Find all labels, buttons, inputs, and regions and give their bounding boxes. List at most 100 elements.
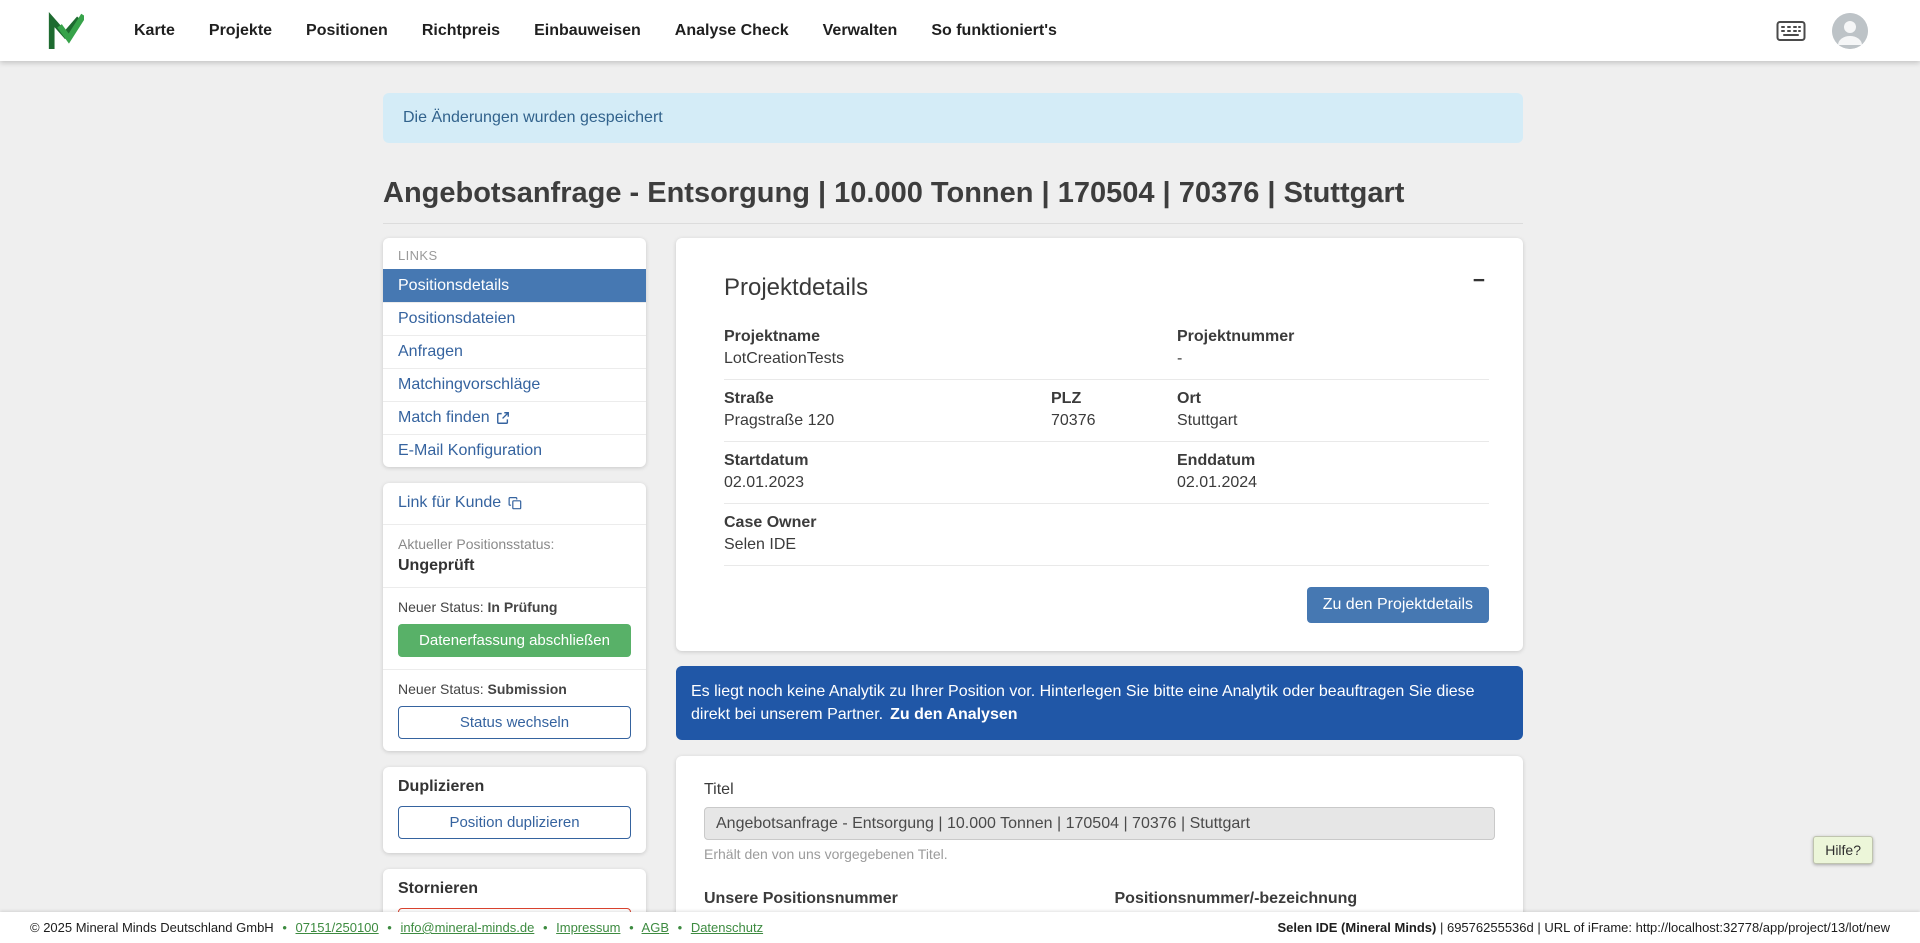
customer-link[interactable]: Link für Kunde bbox=[398, 494, 522, 512]
field-label: Projektname bbox=[724, 328, 1177, 346]
sidebar-item-anfragen[interactable]: Anfragen bbox=[383, 335, 646, 368]
sidebar-item-match-finden[interactable]: Match finden bbox=[383, 401, 646, 434]
links-header: LINKS bbox=[383, 238, 646, 269]
navbar-right bbox=[1776, 13, 1868, 49]
field-value: Pragstraße 120 bbox=[724, 412, 1051, 430]
status-card: Link für Kunde Aktueller Positionsstatus… bbox=[383, 483, 646, 751]
titel-help-text: Erhält den von uns vorgegebenen Titel. bbox=[704, 846, 1495, 862]
complete-data-entry-button[interactable]: Datenerfassung abschließen bbox=[398, 624, 631, 657]
new-status-line-2: Neuer Status: Submission bbox=[398, 681, 631, 697]
nav-item-positionen[interactable]: Positionen bbox=[306, 22, 388, 40]
field-startdatum: Startdatum 02.01.2023 bbox=[724, 452, 1177, 492]
go-to-project-details-button[interactable]: Zu den Projektdetails bbox=[1307, 587, 1489, 623]
field-value: - bbox=[1177, 350, 1489, 368]
main-content: Projektdetails − Projektname LotCreation… bbox=[676, 238, 1523, 943]
field-value: Selen IDE bbox=[724, 536, 1489, 554]
copy-icon bbox=[508, 496, 522, 510]
separator: • bbox=[629, 920, 634, 935]
keyboard-icon bbox=[1776, 20, 1806, 42]
field-case-owner: Case Owner Selen IDE bbox=[724, 514, 1489, 554]
page-container: Die Änderungen wurden gespeichert Angebo… bbox=[383, 93, 1523, 943]
field-label: Startdatum bbox=[724, 452, 1177, 470]
our-number-label: Unsere Positionsnummer bbox=[704, 890, 1085, 908]
page-title: Angebotsanfrage - Entsorgung | 10.000 To… bbox=[383, 177, 1523, 210]
titel-input bbox=[704, 807, 1495, 840]
footer-email-link[interactable]: info@mineral-minds.de bbox=[400, 920, 534, 935]
top-navbar: Karte Projekte Positionen Richtpreis Ein… bbox=[0, 0, 1920, 61]
duplicate-position-button[interactable]: Position duplizieren bbox=[398, 806, 631, 839]
user-avatar[interactable] bbox=[1832, 13, 1868, 49]
nav-item-einbauweisen[interactable]: Einbauweisen bbox=[534, 22, 641, 40]
collapse-icon[interactable]: − bbox=[1473, 270, 1485, 291]
field-strasse: Straße Pragstraße 120 bbox=[724, 390, 1051, 430]
field-label: Ort bbox=[1177, 390, 1489, 408]
sidebar-item-label: Match finden bbox=[398, 409, 490, 427]
session-user: Selen IDE (Mineral Minds) bbox=[1277, 920, 1436, 935]
saved-alert: Die Änderungen wurden gespeichert bbox=[383, 93, 1523, 143]
project-details-grid: Projektname LotCreationTests Projektnumm… bbox=[724, 318, 1489, 566]
nav-item-richtpreis[interactable]: Richtpreis bbox=[422, 22, 500, 40]
field-value: LotCreationTests bbox=[724, 350, 1177, 368]
new-status-label: Neuer Status: bbox=[398, 681, 484, 697]
keyboard-shortcuts-button[interactable] bbox=[1776, 20, 1806, 42]
project-details-title: Projektdetails bbox=[724, 274, 1489, 302]
field-ort: Ort Stuttgart bbox=[1177, 390, 1489, 430]
separator: • bbox=[387, 920, 392, 935]
sidebar-item-positionsdetails[interactable]: Positionsdetails bbox=[383, 269, 646, 302]
field-enddatum: Enddatum 02.01.2024 bbox=[1177, 452, 1489, 492]
separator: • bbox=[282, 920, 287, 935]
main-nav: Karte Projekte Positionen Richtpreis Ein… bbox=[134, 22, 1057, 40]
session-details: | 69576255536d | URL of iFrame: http://l… bbox=[1436, 920, 1890, 935]
go-to-analyses-link[interactable]: Zu den Analysen bbox=[890, 706, 1017, 723]
sidebar-item-matchingvorschlaege[interactable]: Matchingvorschläge bbox=[383, 368, 646, 401]
nav-item-so-funktionierts[interactable]: So funktioniert's bbox=[931, 22, 1057, 40]
brand-logo[interactable] bbox=[46, 12, 84, 50]
footer-left: © 2025 Mineral Minds Deutschland GmbH • … bbox=[30, 920, 763, 935]
mineral-minds-logo-icon bbox=[46, 12, 84, 50]
footer-datenschutz-link[interactable]: Datenschutz bbox=[691, 920, 763, 935]
nav-item-karte[interactable]: Karte bbox=[134, 22, 175, 40]
sidebar-item-email-konfiguration[interactable]: E-Mail Konfiguration bbox=[383, 434, 646, 467]
footer-agb-link[interactable]: AGB bbox=[642, 920, 669, 935]
sidebar-item-positionsdateien[interactable]: Positionsdateien bbox=[383, 302, 646, 335]
separator: • bbox=[543, 920, 548, 935]
change-status-button[interactable]: Status wechseln bbox=[398, 706, 631, 739]
nav-item-analyse-check[interactable]: Analyse Check bbox=[675, 22, 789, 40]
new-status-label: Neuer Status: bbox=[398, 599, 484, 615]
current-status-value: Ungeprüft bbox=[398, 557, 631, 575]
external-link-icon bbox=[496, 411, 510, 425]
analytics-banner-text: Es liegt noch keine Analytik zu Ihrer Po… bbox=[691, 683, 1475, 723]
footer: © 2025 Mineral Minds Deutschland GmbH • … bbox=[0, 912, 1920, 943]
field-value: 02.01.2024 bbox=[1177, 474, 1489, 492]
nav-item-projekte[interactable]: Projekte bbox=[209, 22, 272, 40]
field-label: Straße bbox=[724, 390, 1051, 408]
footer-phone-link[interactable]: 07151/250100 bbox=[296, 920, 379, 935]
current-status-label: Aktueller Positionsstatus: bbox=[398, 536, 631, 552]
custom-number-label: Positionsnummer/-bezeichnung bbox=[1115, 890, 1496, 908]
new-status-line-1: Neuer Status: In Prüfung bbox=[398, 599, 631, 615]
titel-field-group: Titel Erhält den von uns vorgegebenen Ti… bbox=[704, 781, 1495, 862]
nav-item-verwalten[interactable]: Verwalten bbox=[823, 22, 898, 40]
field-label: PLZ bbox=[1051, 390, 1177, 408]
field-value: 70376 bbox=[1051, 412, 1177, 430]
separator: • bbox=[678, 920, 683, 935]
help-button[interactable]: Hilfe? bbox=[1813, 836, 1873, 864]
project-details-card: Projektdetails − Projektname LotCreation… bbox=[676, 238, 1523, 651]
field-label: Case Owner bbox=[724, 514, 1489, 532]
copyright-text: © 2025 Mineral Minds Deutschland GmbH bbox=[30, 920, 274, 935]
footer-session-info: Selen IDE (Mineral Minds) | 69576255536d… bbox=[1277, 920, 1890, 935]
duplicate-card: Duplizieren Position duplizieren bbox=[383, 767, 646, 853]
customer-link-label: Link für Kunde bbox=[398, 494, 501, 512]
field-projektname: Projektname LotCreationTests bbox=[724, 328, 1177, 368]
field-plz: PLZ 70376 bbox=[1051, 390, 1177, 430]
titel-label: Titel bbox=[704, 781, 1495, 799]
field-label: Enddatum bbox=[1177, 452, 1489, 470]
new-status-value: In Prüfung bbox=[488, 599, 558, 615]
field-projektnummer: Projektnummer - bbox=[1177, 328, 1489, 368]
footer-impressum-link[interactable]: Impressum bbox=[556, 920, 620, 935]
duplicate-title: Duplizieren bbox=[398, 778, 631, 796]
analytics-banner: Es liegt noch keine Analytik zu Ihrer Po… bbox=[676, 666, 1523, 740]
left-sidebar: LINKS Positionsdetails Positionsdateien … bbox=[383, 238, 646, 943]
field-label: Projektnummer bbox=[1177, 328, 1489, 346]
title-divider bbox=[383, 223, 1523, 224]
